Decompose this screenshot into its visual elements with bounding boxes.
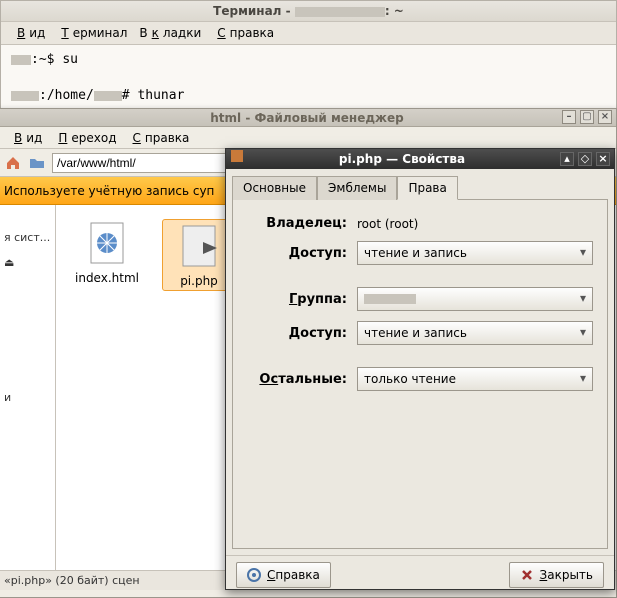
folder-icon[interactable] <box>28 155 46 171</box>
file-label: index.html <box>75 271 139 285</box>
minimize-button[interactable]: – <box>562 110 576 124</box>
tabs: Основные Эмблемы Права <box>226 169 614 199</box>
label-owner: Владелец: <box>247 216 347 231</box>
menu-go[interactable]: Переход <box>50 129 120 147</box>
row-owner: Владелец: root (root) <box>247 216 593 231</box>
filemanager-title: html - Файловый менеджер <box>210 111 403 125</box>
row-group-access: Доступ: чтение и запись <box>247 321 593 345</box>
menu-tabs[interactable]: Вкладки <box>135 24 205 42</box>
properties-titlebar: pi.php — Свойства ▴ ◇ × <box>226 149 614 169</box>
shade-button[interactable]: ▴ <box>560 152 574 166</box>
terminal-menubar: ВВидид Терминал Вкладки Справка <box>1 22 616 45</box>
menu-terminal[interactable]: Терминал <box>53 24 131 42</box>
select-others-access[interactable]: только чтение <box>357 367 593 391</box>
maximize-button[interactable]: ▢ <box>580 110 594 124</box>
warning-text: Используете учётную запись суп <box>4 184 214 198</box>
value-owner: root (root) <box>357 217 418 231</box>
file-item-html[interactable]: index.html <box>70 219 144 285</box>
redacted-group <box>364 294 416 304</box>
window-controls: – ▢ × <box>562 110 612 124</box>
select-value: чтение и запись <box>364 326 467 340</box>
permissions-pane: Владелец: root (root) Доступ: чтение и з… <box>232 199 608 549</box>
redacted-hostname <box>295 7 385 17</box>
label-group: Группа: <box>247 292 347 307</box>
row-owner-access: Доступ: чтение и запись <box>247 241 593 265</box>
label-access2: Доступ: <box>247 326 347 341</box>
tab-permissions[interactable]: Права <box>397 176 457 200</box>
home-icon[interactable] <box>4 155 22 171</box>
terminal-title-prefix: Терминал - <box>213 4 295 18</box>
close-button[interactable]: × <box>598 110 612 124</box>
sidebar-item-eject[interactable] <box>0 250 53 275</box>
select-value: чтение и запись <box>364 246 467 260</box>
filemanager-titlebar: html - Файловый менеджер – ▢ × <box>0 109 616 127</box>
menu-view[interactable]: Вид <box>6 129 46 147</box>
redacted-dir <box>94 91 122 101</box>
row-others: Остальные: только чтение <box>247 367 593 391</box>
label-access: Доступ: <box>247 246 347 261</box>
row-group: Группа: <box>247 287 593 311</box>
sidebar-item[interactable]: и <box>0 385 53 410</box>
close-button[interactable]: × <box>596 152 610 166</box>
maximize-button[interactable]: ◇ <box>578 152 592 166</box>
menu-view[interactable]: ВВидид <box>9 24 49 42</box>
tab-emblems[interactable]: Эмблемы <box>317 176 397 200</box>
help-button[interactable]: Справка <box>236 562 331 588</box>
status-text: «pi.php» (20 байт) сцен <box>4 574 140 587</box>
help-icon <box>247 568 261 582</box>
menu-help[interactable]: Справка <box>125 129 194 147</box>
dialog-buttons: Справка Закрыть <box>226 555 614 594</box>
select-group[interactable] <box>357 287 593 311</box>
sidebar: я сист... и <box>0 205 56 570</box>
label-others: Остальные: <box>247 372 347 387</box>
select-value: только чтение <box>364 372 456 386</box>
window-controls: ▴ ◇ × <box>560 152 610 166</box>
tab-basic[interactable]: Основные <box>232 176 317 200</box>
file-label: pi.php <box>180 274 218 288</box>
sidebar-item[interactable]: я сист... <box>0 225 53 250</box>
menu-help[interactable]: Справка <box>209 24 278 42</box>
redacted-user <box>11 55 31 65</box>
filemanager-menubar: Вид Переход Справка <box>0 127 616 149</box>
select-owner-access[interactable]: чтение и запись <box>357 241 593 265</box>
close-button[interactable]: Закрыть <box>509 562 604 588</box>
php-file-icon <box>175 222 223 270</box>
terminal-body[interactable]: :~$ su :/home/# thunar <box>1 45 616 111</box>
app-icon <box>230 149 244 169</box>
properties-title: pi.php — Свойства <box>244 149 560 169</box>
select-group-access[interactable]: чтение и запись <box>357 321 593 345</box>
html-file-icon <box>83 219 131 267</box>
close-icon <box>520 568 534 582</box>
redacted-user <box>11 91 39 101</box>
properties-dialog: pi.php — Свойства ▴ ◇ × Основные Эмблемы… <box>225 148 615 590</box>
terminal-titlebar: Терминал - : ~ <box>1 1 616 22</box>
terminal-title-suffix: : ~ <box>385 4 404 18</box>
